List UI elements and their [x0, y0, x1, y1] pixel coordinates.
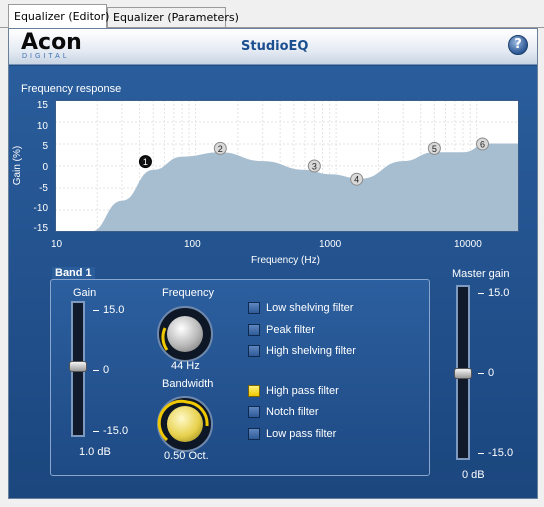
- high-shelving-filter-checkbox[interactable]: [248, 345, 260, 357]
- gain-tick-label: 0: [103, 364, 110, 376]
- band-handle-4[interactable]: 4: [350, 172, 364, 186]
- master-tick-mark: [478, 453, 484, 454]
- gain-label: Gain: [73, 287, 97, 299]
- master-gain-label: Master gain: [452, 268, 510, 280]
- x-tick: 1000: [319, 239, 342, 250]
- gain-tick-label: 15.0: [103, 304, 125, 316]
- band-handle-3[interactable]: 3: [307, 159, 321, 173]
- y-tick: -5: [39, 183, 48, 194]
- high-pass-filter-label[interactable]: High pass filter: [266, 385, 339, 397]
- y-tick: 15: [36, 100, 48, 111]
- band-handle-6[interactable]: 6: [476, 137, 490, 151]
- master-tick-label: -15.0: [488, 447, 514, 459]
- logo-text: Acon: [21, 30, 82, 55]
- low-pass-filter-label[interactable]: Low pass filter: [266, 428, 336, 440]
- high-shelving-filter-label[interactable]: High shelving filter: [266, 345, 356, 357]
- master-gain-value: 0 dB: [462, 469, 485, 481]
- gain-tick-label: -15.0: [103, 425, 129, 437]
- tab-bar: Equalizer (Editor) Equalizer (Parameters…: [0, 0, 544, 28]
- plugin-title: StudioEQ: [241, 39, 309, 54]
- master-tick-label: 0: [488, 367, 495, 379]
- notch-filter-checkbox[interactable]: [248, 406, 260, 418]
- band-handle-label: 1: [143, 157, 148, 167]
- frequency-value: 44 Hz: [171, 360, 200, 372]
- band-handle-label: 5: [432, 144, 437, 154]
- band-handle-1[interactable]: 1: [138, 155, 152, 169]
- high-pass-filter-checkbox[interactable]: [248, 385, 260, 397]
- window-bottom: [0, 499, 544, 507]
- x-axis-label: Frequency (Hz): [251, 255, 320, 266]
- low-shelving-filter-label[interactable]: Low shelving filter: [266, 302, 353, 314]
- gain-tick-mark: [93, 310, 99, 311]
- band-handle-label: 4: [354, 175, 359, 185]
- gain-value: 1.0 dB: [79, 446, 111, 458]
- peak-filter-label[interactable]: Peak filter: [266, 324, 315, 336]
- notch-filter-label[interactable]: Notch filter: [266, 406, 319, 418]
- frequency-response-plot[interactable]: 1 2 3 4 5 6: [55, 100, 519, 232]
- frequency-knob[interactable]: [167, 316, 203, 352]
- low-pass-filter-checkbox[interactable]: [248, 428, 260, 440]
- gain-slider-handle[interactable]: [69, 361, 87, 373]
- help-icon[interactable]: ?: [508, 35, 528, 55]
- master-gain-slider-handle[interactable]: [454, 368, 472, 379]
- tab-equalizer-editor[interactable]: Equalizer (Editor): [8, 4, 109, 28]
- master-tick-mark: [478, 373, 484, 374]
- x-tick: 100: [184, 239, 201, 250]
- band-handle-label: 2: [218, 144, 223, 154]
- bandwidth-label: Bandwidth: [162, 378, 214, 390]
- band-handle-label: 6: [480, 140, 485, 150]
- gain-tick-mark: [93, 431, 99, 432]
- y-tick: -10: [33, 203, 48, 214]
- plot-title: Frequency response: [21, 83, 122, 95]
- y-axis-label: Gain (%): [12, 145, 24, 186]
- gain-tick-mark: [93, 370, 99, 371]
- band-handle-2[interactable]: 2: [213, 141, 227, 155]
- bandwidth-knob[interactable]: [167, 406, 203, 442]
- y-tick: 10: [36, 121, 48, 132]
- low-shelving-filter-checkbox[interactable]: [248, 302, 260, 314]
- frequency-label: Frequency: [162, 287, 214, 299]
- band-handle-label: 3: [312, 162, 317, 172]
- peak-filter-checkbox[interactable]: [248, 324, 260, 336]
- x-tick: 10000: [454, 239, 482, 250]
- band-title: Band 1: [52, 267, 95, 279]
- y-tick: 5: [42, 141, 48, 152]
- plugin-header: Acon DIGITAL StudioEQ ?: [9, 29, 537, 65]
- acon-digital-logo: Acon DIGITAL: [21, 30, 91, 62]
- band-handle-5[interactable]: 5: [427, 141, 441, 155]
- master-tick-label: 15.0: [488, 287, 510, 299]
- y-tick: -15: [33, 223, 48, 234]
- master-tick-mark: [478, 293, 484, 294]
- y-tick: 0: [42, 162, 48, 173]
- tab-equalizer-parameters[interactable]: Equalizer (Parameters): [107, 7, 239, 27]
- x-tick: 10: [51, 239, 63, 250]
- logo-subtext: DIGITAL: [22, 53, 70, 60]
- bandwidth-value: 0.50 Oct.: [164, 450, 209, 462]
